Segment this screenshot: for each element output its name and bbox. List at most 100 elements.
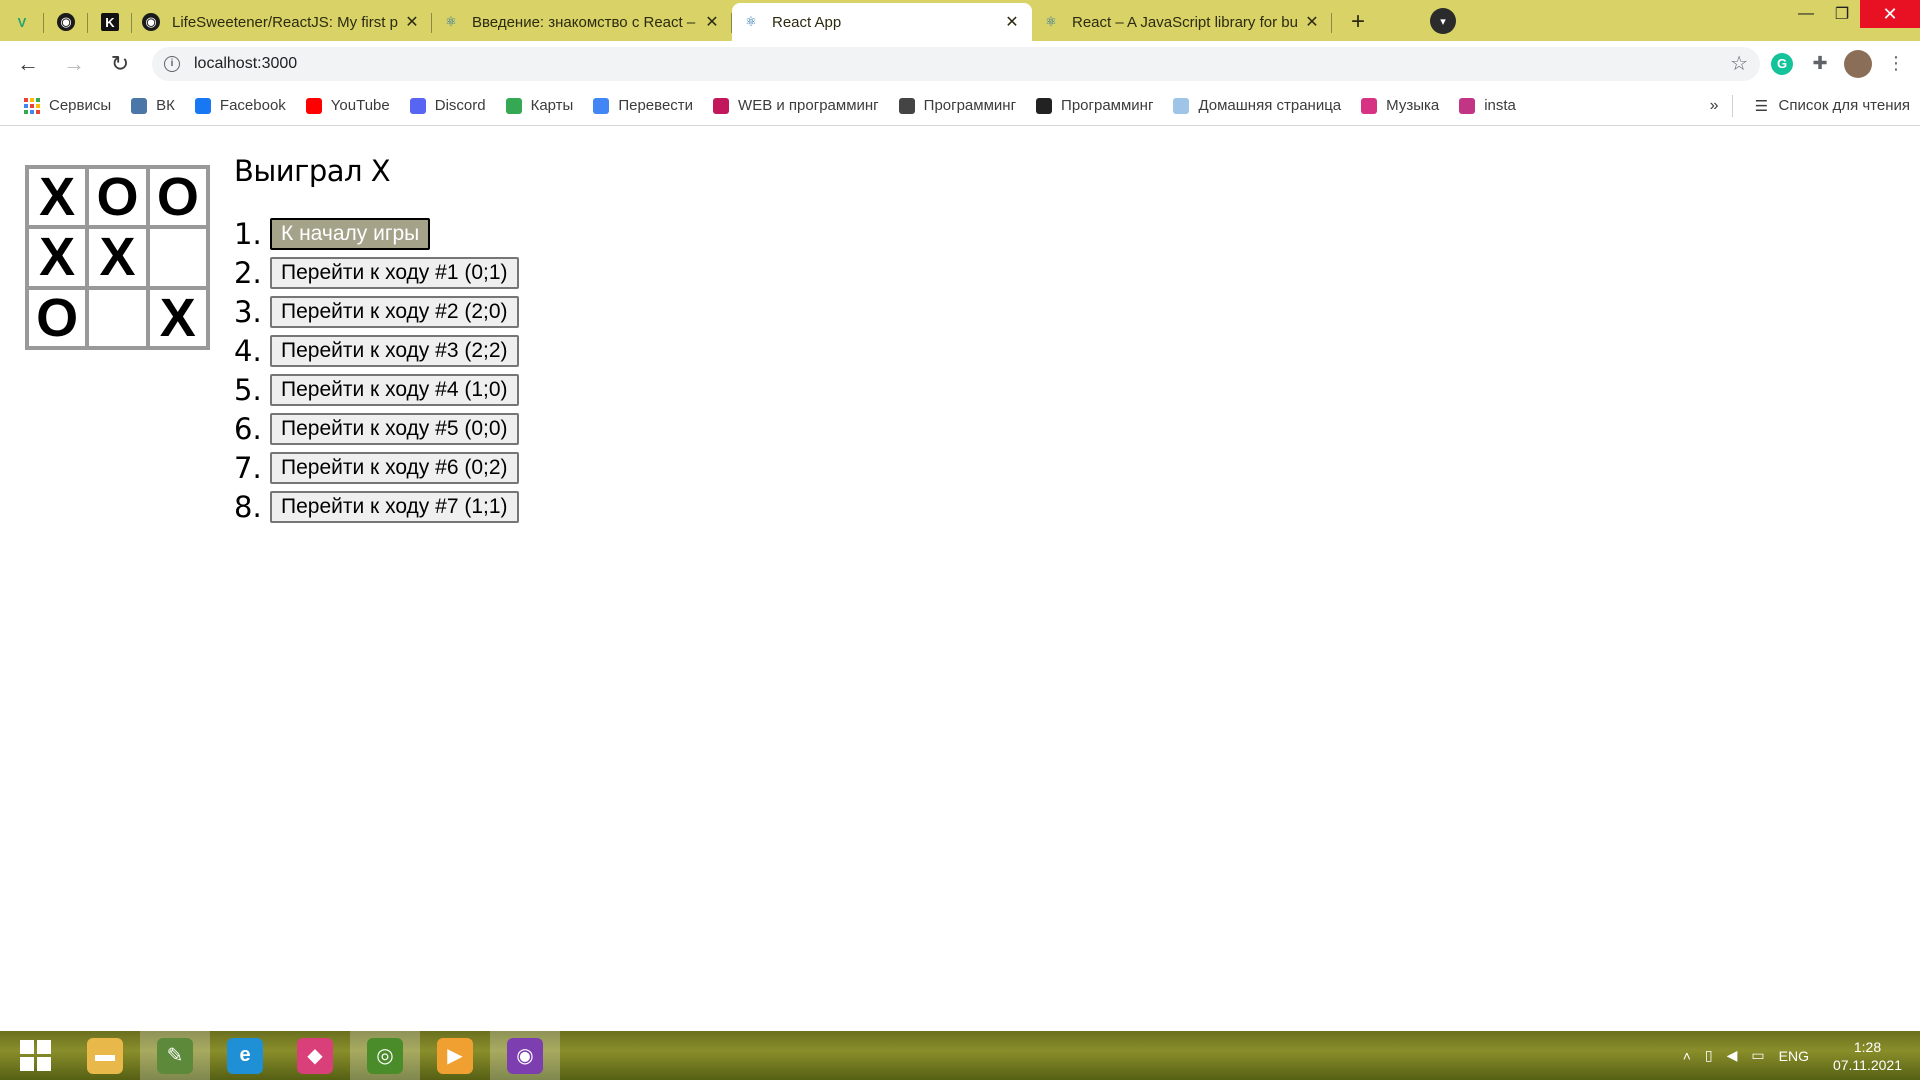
tab-title: React App <box>772 13 842 31</box>
move-list-item: 7. Перейти к ходу #6 (0;2) <box>234 448 519 487</box>
tab-separator <box>1331 13 1332 33</box>
apps-icon <box>24 97 40 114</box>
home-page-icon <box>1173 97 1190 114</box>
move-number: 8. <box>234 489 262 524</box>
facebook-icon <box>194 97 211 114</box>
start-button[interactable] <box>0 1031 70 1080</box>
vuetify-icon: V <box>17 14 27 30</box>
board-square[interactable]: O <box>87 167 148 228</box>
bookmark-star-icon[interactable]: ☆ <box>1730 51 1748 76</box>
bookmark-item[interactable]: insta <box>1449 92 1526 120</box>
tab[interactable]: ⚛ Введение: знакомство с React – ✕ <box>432 3 732 41</box>
board-square[interactable] <box>87 287 148 348</box>
board-square[interactable]: X <box>147 287 208 348</box>
profile-menu-icon[interactable]: ▾ <box>1430 8 1456 34</box>
tab-active[interactable]: ⚛ React App ✕ <box>732 3 1032 41</box>
tab[interactable]: ⚛ React – A JavaScript library for bu ✕ <box>1032 3 1332 41</box>
go-to-move-button[interactable]: Перейти к ходу #7 (1;1) <box>270 490 519 523</box>
board-square[interactable] <box>147 227 208 288</box>
tab-title: LifeSweetener/ReactJS: My first p <box>172 13 398 31</box>
board-square[interactable]: O <box>147 167 208 228</box>
go-to-move-button[interactable]: Перейти к ходу #6 (0;2) <box>270 451 519 484</box>
move-number: 7. <box>234 450 262 485</box>
bookmark-label: Домашняя страница <box>1198 97 1342 114</box>
address-bar[interactable]: i localhost:3000 ☆ <box>152 46 1760 81</box>
pinned-tab[interactable]: ◉ <box>44 3 88 41</box>
board-square[interactable]: O <box>27 287 88 348</box>
minimize-button[interactable]: — <box>1788 0 1824 28</box>
file-explorer-icon[interactable]: ▬ <box>70 1031 140 1080</box>
notepad-icon[interactable]: ✎ <box>140 1031 210 1080</box>
board-square[interactable]: X <box>27 227 88 288</box>
bookmark-item[interactable]: Карты <box>496 92 584 120</box>
bookmark-label: WEB и программинг <box>738 97 879 114</box>
new-tab-button[interactable]: + <box>1342 6 1374 38</box>
restore-button[interactable]: ❐ <box>1824 0 1860 28</box>
bookmarks-overflow-button[interactable]: » <box>1710 97 1719 115</box>
edge-icon[interactable]: e <box>210 1031 280 1080</box>
tray-volume-icon[interactable]: ◀ <box>1727 1047 1738 1064</box>
mail-icon <box>898 97 915 114</box>
bookmark-item[interactable]: Программинг <box>1026 92 1163 120</box>
go-to-move-button[interactable]: Перейти к ходу #4 (1;0) <box>270 373 519 406</box>
go-to-move-button[interactable]: Перейти к ходу #3 (2;2) <box>270 334 519 367</box>
address-url[interactable]: localhost:3000 <box>194 55 1730 73</box>
close-icon[interactable]: ✕ <box>1002 12 1022 32</box>
bookmark-item[interactable]: Домашняя страница <box>1163 92 1351 120</box>
game-board: XOOXXOX <box>25 165 210 350</box>
bookmark-item[interactable]: Facebook <box>185 92 296 120</box>
bookmark-item[interactable]: YouTube <box>296 92 400 120</box>
tray-clock[interactable]: 1:28 07.11.2021 <box>1833 1038 1902 1074</box>
react-icon: ⚛ <box>745 14 757 29</box>
go-to-move-button[interactable]: Перейти к ходу #2 (2;0) <box>270 295 519 328</box>
reload-button[interactable]: ↻ <box>102 46 138 82</box>
close-window-button[interactable]: ✕ <box>1860 0 1920 28</box>
maps-icon <box>505 97 522 114</box>
bookmark-item[interactable]: Музыка <box>1351 92 1449 120</box>
close-icon[interactable]: ✕ <box>1302 12 1322 32</box>
media-player-icon[interactable]: ▶ <box>420 1031 490 1080</box>
bookmark-label: Программинг <box>923 97 1017 114</box>
tray-network-icon[interactable]: ▭ <box>1751 1047 1764 1064</box>
bookmark-item[interactable]: Перевести <box>583 92 703 120</box>
bookmark-item[interactable]: WEB и программинг <box>703 92 889 120</box>
grammarly-extension-icon[interactable]: G <box>1766 48 1798 80</box>
close-icon[interactable]: ✕ <box>702 12 722 32</box>
github-icon: ◉ <box>57 13 75 31</box>
go-to-move-button[interactable]: Перейти к ходу #1 (0;1) <box>270 256 519 289</box>
chrome-icon[interactable]: ◎ <box>350 1031 420 1080</box>
bookmark-item[interactable]: ВК <box>121 92 185 120</box>
move-list-item: 5. Перейти к ходу #4 (1;0) <box>234 370 519 409</box>
go-to-move-button[interactable]: Перейти к ходу #5 (0;0) <box>270 412 519 445</box>
tab[interactable]: ◉ LifeSweetener/ReactJS: My first p ✕ <box>132 3 432 41</box>
bookmark-item[interactable]: Программинг <box>889 92 1026 120</box>
board-square[interactable]: X <box>87 227 148 288</box>
site-info-icon[interactable]: i <box>164 55 180 72</box>
github-desktop-icon[interactable]: ◉ <box>490 1031 560 1080</box>
windows-taskbar: ▬ ✎ e ◆ ◎ ▶ ◉ ˄ ▯ ◀ ▭ ENG 1:28 07.11.2021 <box>0 1031 1920 1080</box>
bookmark-item[interactable]: Сервисы <box>14 92 121 120</box>
notepad-glyph: ✎ <box>157 1037 193 1074</box>
go-to-start-button[interactable]: К началу игры <box>270 217 431 250</box>
pinned-tab[interactable]: V <box>0 3 44 41</box>
instagram-icon <box>1459 97 1476 114</box>
tray-language[interactable]: ENG <box>1779 1048 1809 1064</box>
tray-overflow-icon[interactable]: ˄ <box>1683 1048 1691 1064</box>
bookmark-item[interactable]: Discord <box>400 92 496 120</box>
youtube-icon <box>305 97 322 114</box>
bookmark-label: Сервисы <box>49 97 112 114</box>
tray-battery-icon[interactable]: ▯ <box>1705 1047 1713 1064</box>
gem-app-icon[interactable]: ◆ <box>280 1031 350 1080</box>
back-button[interactable]: ← <box>10 46 46 82</box>
avatar[interactable] <box>1842 48 1874 80</box>
board-square[interactable]: X <box>27 167 88 228</box>
forward-button[interactable]: → <box>56 46 92 82</box>
browser-menu-icon[interactable]: ⋮ <box>1880 48 1912 80</box>
close-icon[interactable]: ✕ <box>402 12 422 32</box>
vk-icon <box>131 97 148 114</box>
discord-icon <box>409 97 426 114</box>
pinned-tab[interactable]: K <box>88 3 132 41</box>
reading-list-button[interactable]: ☰ Список для чтения <box>1743 92 1920 120</box>
bookmark-label: Перевести <box>618 97 694 114</box>
extensions-puzzle-icon[interactable]: ✚ <box>1804 48 1836 80</box>
